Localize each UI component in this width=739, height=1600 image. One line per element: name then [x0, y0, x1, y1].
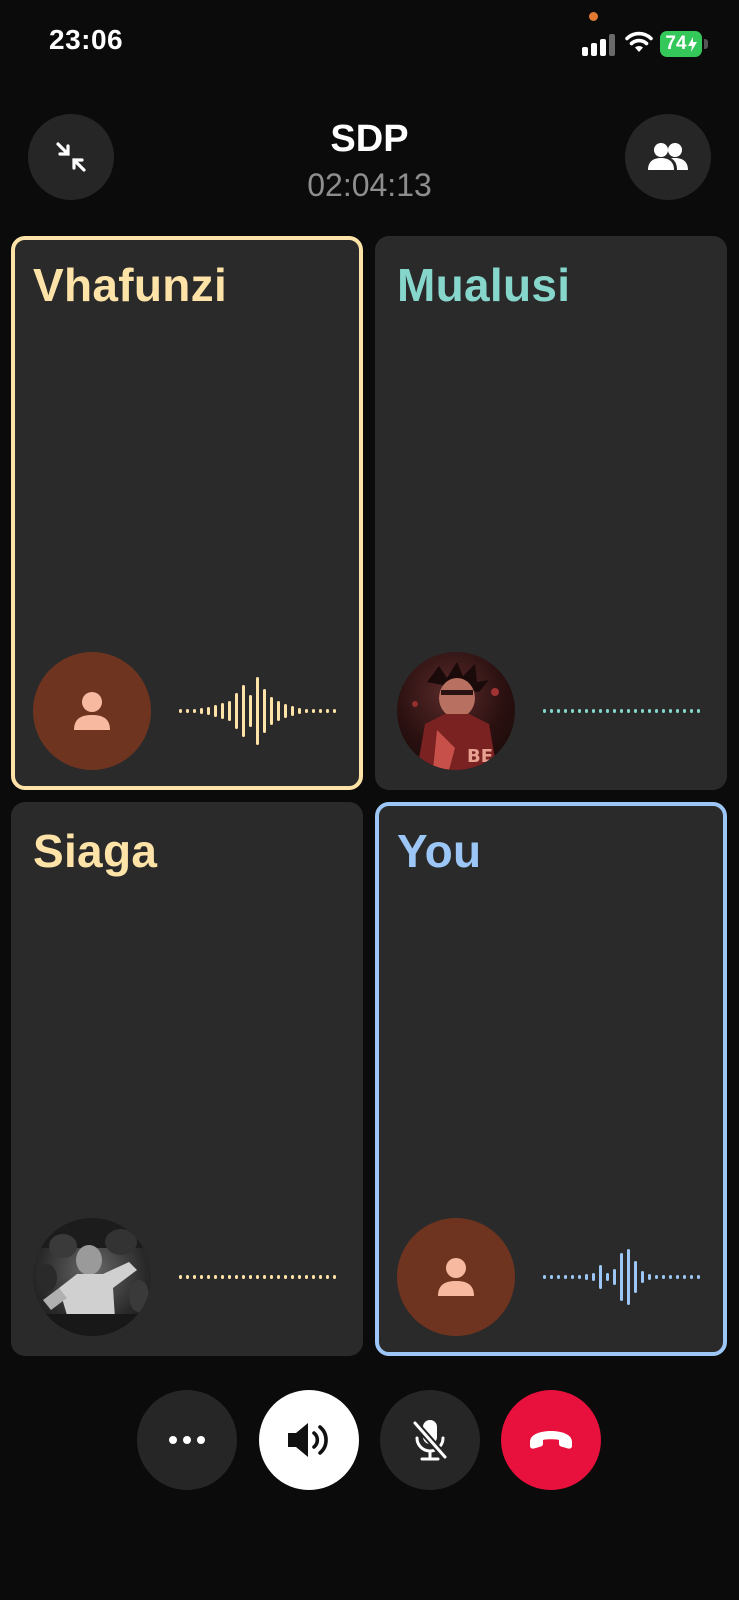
- participant-name: Vhafunzi: [33, 259, 228, 311]
- audio-waveform-active: [543, 1249, 700, 1305]
- default-person-icon: [438, 1258, 474, 1296]
- signal-icon: [582, 34, 616, 56]
- participant-tile-vhafunzi[interactable]: Vhafunzi: [11, 236, 363, 790]
- participant-name: Siaga: [33, 825, 158, 877]
- end-call-icon: [530, 1431, 572, 1449]
- participant-name: You: [397, 825, 482, 877]
- default-person-icon: [74, 692, 110, 730]
- audio-waveform-active: [179, 677, 336, 745]
- participant-avatar: [397, 1218, 515, 1336]
- speaker-icon: [288, 1423, 328, 1457]
- more-options-button[interactable]: [137, 1390, 237, 1490]
- avatar-photo-image: [33, 1218, 151, 1336]
- end-call-button[interactable]: [501, 1390, 601, 1490]
- wifi-icon: [625, 31, 653, 52]
- participant-tile-siaga[interactable]: Siaga: [11, 802, 363, 1356]
- participant-name: Mualusi: [397, 259, 571, 311]
- participant-tile-mualusi[interactable]: Mualusi BE: [375, 236, 727, 790]
- more-icon: [169, 1436, 205, 1444]
- audio-waveform-idle: [543, 709, 700, 713]
- participants-button[interactable]: [625, 114, 711, 200]
- svg-text:BE: BE: [467, 746, 493, 767]
- status-time: 23:06: [49, 24, 124, 55]
- participant-avatar-photo: [33, 1218, 151, 1336]
- avatar-photo-image: BE: [412, 662, 499, 770]
- mic-muted-icon: [412, 1420, 448, 1461]
- participant-avatar-photo: BE: [397, 652, 515, 770]
- battery-cap: [704, 39, 708, 49]
- participants-icon: [648, 143, 688, 170]
- participant-tile-you[interactable]: You: [375, 802, 727, 1356]
- privacy-indicator-dot: [589, 12, 598, 21]
- mute-microphone-button[interactable]: [380, 1390, 480, 1490]
- speaker-button[interactable]: [259, 1390, 359, 1490]
- participant-avatar: [33, 652, 151, 770]
- battery-indicator: 74: [660, 31, 702, 57]
- audio-waveform-idle: [179, 1275, 336, 1279]
- battery-level: 74: [665, 33, 687, 54]
- charging-bolt-icon: [687, 36, 697, 52]
